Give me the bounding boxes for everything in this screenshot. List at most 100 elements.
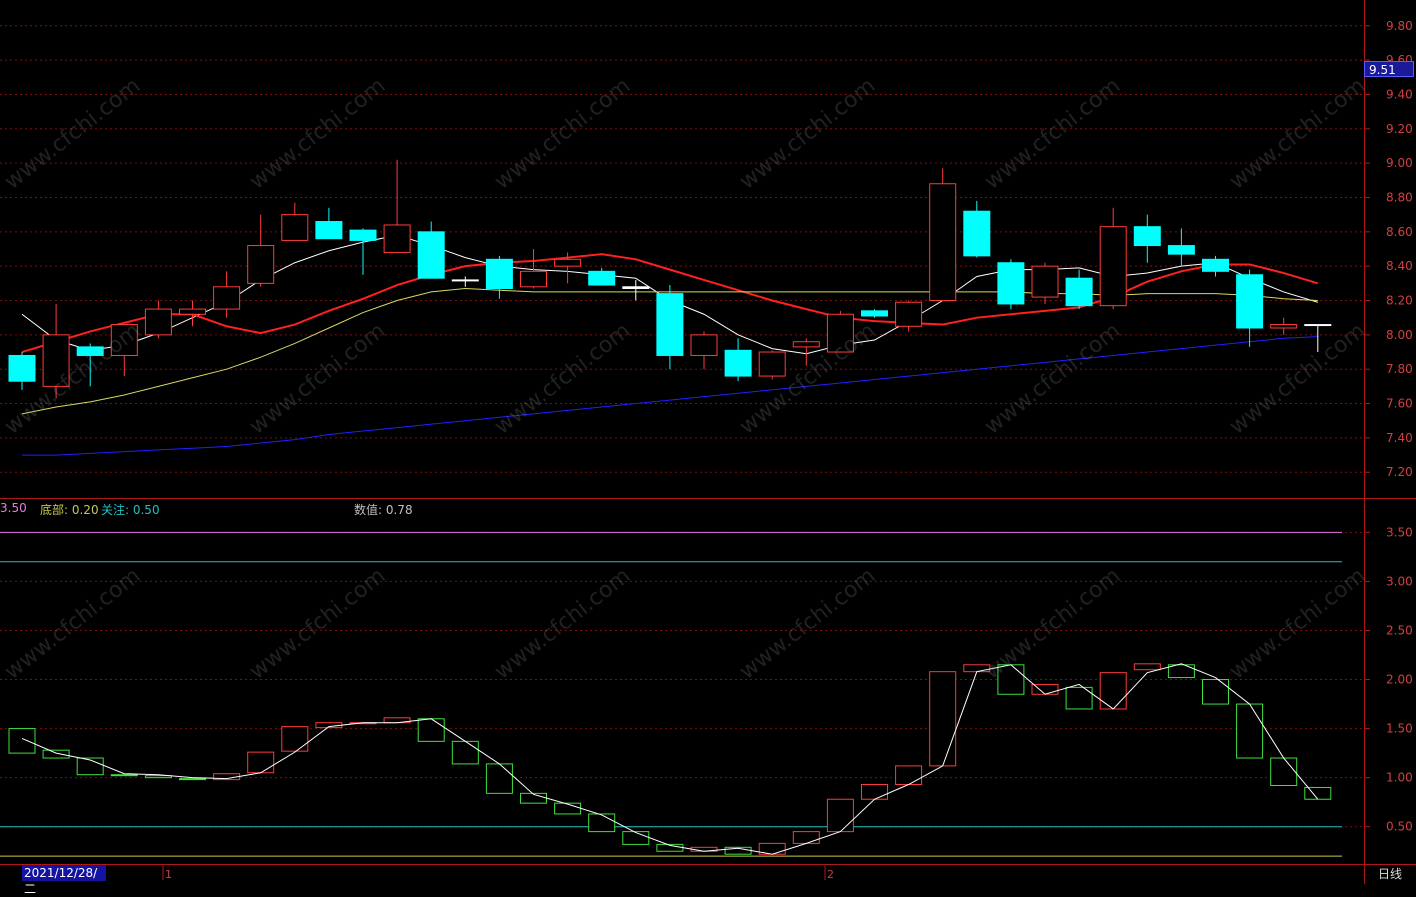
candle-body-23: [792, 341, 820, 348]
candle-37: [1270, 317, 1298, 335]
candle-body-21: [724, 349, 752, 377]
candle-0: [8, 352, 36, 390]
ytick-label-12: 7.40: [1386, 431, 1413, 445]
candle-25: [861, 309, 888, 318]
candle-body-12: [417, 231, 445, 279]
candle-32: [1099, 207, 1127, 310]
candle-body-14: [485, 258, 513, 289]
ind-bar-23: [792, 831, 820, 844]
ind-bar-1: [42, 749, 70, 759]
ytick-label-3: 9.20: [1386, 122, 1413, 136]
candle-4: [144, 300, 172, 339]
candle-body-26: [895, 301, 923, 327]
axis-frame: 9.809.609.409.209.008.808.608.408.208.00…: [0, 0, 1416, 884]
ind-bar-18: [622, 831, 650, 845]
period-label[interactable]: 日线: [1366, 866, 1414, 882]
indicator-grid: [0, 531, 1364, 828]
main-panel[interactable]: [8, 159, 1332, 456]
last-price-tag: 9.51: [1364, 61, 1414, 77]
candle-body-22: [758, 351, 786, 377]
candle-13: [451, 276, 479, 287]
ind-bar-38: [1304, 786, 1332, 800]
candle-body-7: [247, 245, 275, 284]
ind-ytick-label-4: 1.50: [1386, 722, 1413, 736]
ind-bar-34: [1167, 664, 1195, 679]
ind-bar-8: [281, 726, 309, 752]
ind-ytick-label-5: 1.00: [1386, 771, 1413, 785]
candle-8: [281, 202, 309, 241]
ind-bar-29: [997, 664, 1025, 695]
candle-27: [929, 168, 957, 302]
candle-21: [724, 338, 752, 382]
ytick-label-10: 7.80: [1386, 362, 1413, 376]
candle-body-1: [42, 334, 70, 387]
candle-3: [110, 324, 138, 377]
candle-body-30: [1031, 265, 1059, 298]
candle-body-35: [1202, 258, 1229, 272]
candle-11: [383, 159, 411, 253]
candle-31: [1065, 269, 1093, 310]
ind-bar-33: [1133, 663, 1161, 671]
candle-30: [1031, 262, 1059, 304]
ind-bar-28: [963, 664, 991, 673]
candle-body-31: [1065, 277, 1093, 307]
candle-26: [895, 300, 923, 332]
candle-body-27: [929, 183, 957, 302]
ind-bar-35: [1202, 679, 1229, 705]
candle-10: [349, 228, 377, 275]
ytick-label-4: 9.00: [1386, 156, 1413, 170]
candle-20: [690, 331, 718, 370]
candle-body-32: [1099, 226, 1127, 307]
candle-28: [963, 200, 991, 258]
indicator-legend-value: 数值: 0.78: [354, 503, 413, 517]
candle-body-25: [861, 310, 888, 317]
candle-body-17: [588, 270, 616, 286]
candle-33: [1133, 214, 1161, 263]
kline-chart[interactable]: 9.809.609.409.209.008.808.608.408.208.00…: [0, 0, 1416, 884]
ind-ytick-label-1: 3.00: [1386, 574, 1413, 588]
candle-body-36: [1236, 274, 1264, 329]
ind-bar-2: [76, 757, 104, 776]
candle-body-5: [179, 308, 206, 315]
ind-bar-5: [179, 778, 206, 781]
indicator-legend-top: 3.50: [0, 501, 27, 515]
candle-body-6: [213, 286, 241, 310]
candle-34: [1167, 228, 1195, 267]
ind-bar-3: [110, 774, 138, 777]
candle-body-2: [76, 346, 104, 356]
ind-bar-7: [247, 751, 275, 774]
candle-body-24: [826, 313, 854, 353]
candle-body-15: [520, 270, 547, 288]
candle-body-20: [690, 334, 718, 356]
ytick-label-9: 8.00: [1386, 328, 1413, 342]
ind-bar-12: [417, 718, 445, 742]
candle-body-11: [383, 224, 411, 253]
ind-bar-25: [861, 784, 888, 800]
candle-12: [417, 221, 445, 279]
ind-bar-0: [8, 728, 36, 754]
candle-29: [997, 259, 1025, 310]
candle-body-3: [110, 324, 138, 356]
candle-5: [179, 300, 206, 327]
month-mark-1: 2: [827, 868, 834, 881]
candle-7: [247, 214, 275, 287]
candle-14: [485, 255, 513, 299]
candle-body-9: [315, 221, 343, 240]
ind-bar-16: [554, 802, 582, 815]
ytick-label-13: 7.20: [1386, 465, 1413, 479]
ind-bar-26: [895, 765, 923, 786]
candle-body-4: [144, 308, 172, 336]
candle-18: [622, 279, 650, 301]
candle-22: [758, 350, 786, 380]
main-grid: [0, 25, 1364, 473]
candle-body-13: [451, 279, 479, 282]
ytick-label-11: 7.60: [1386, 397, 1413, 411]
candle-body-28: [963, 210, 991, 257]
ind-ytick-label-2: 2.50: [1386, 623, 1413, 637]
candle-9: [315, 207, 343, 240]
candle-body-0: [8, 354, 36, 382]
ind-bar-17: [588, 813, 616, 833]
ytick-label-6: 8.60: [1386, 225, 1413, 239]
candle-body-16: [554, 258, 582, 267]
candle-body-29: [997, 262, 1025, 305]
